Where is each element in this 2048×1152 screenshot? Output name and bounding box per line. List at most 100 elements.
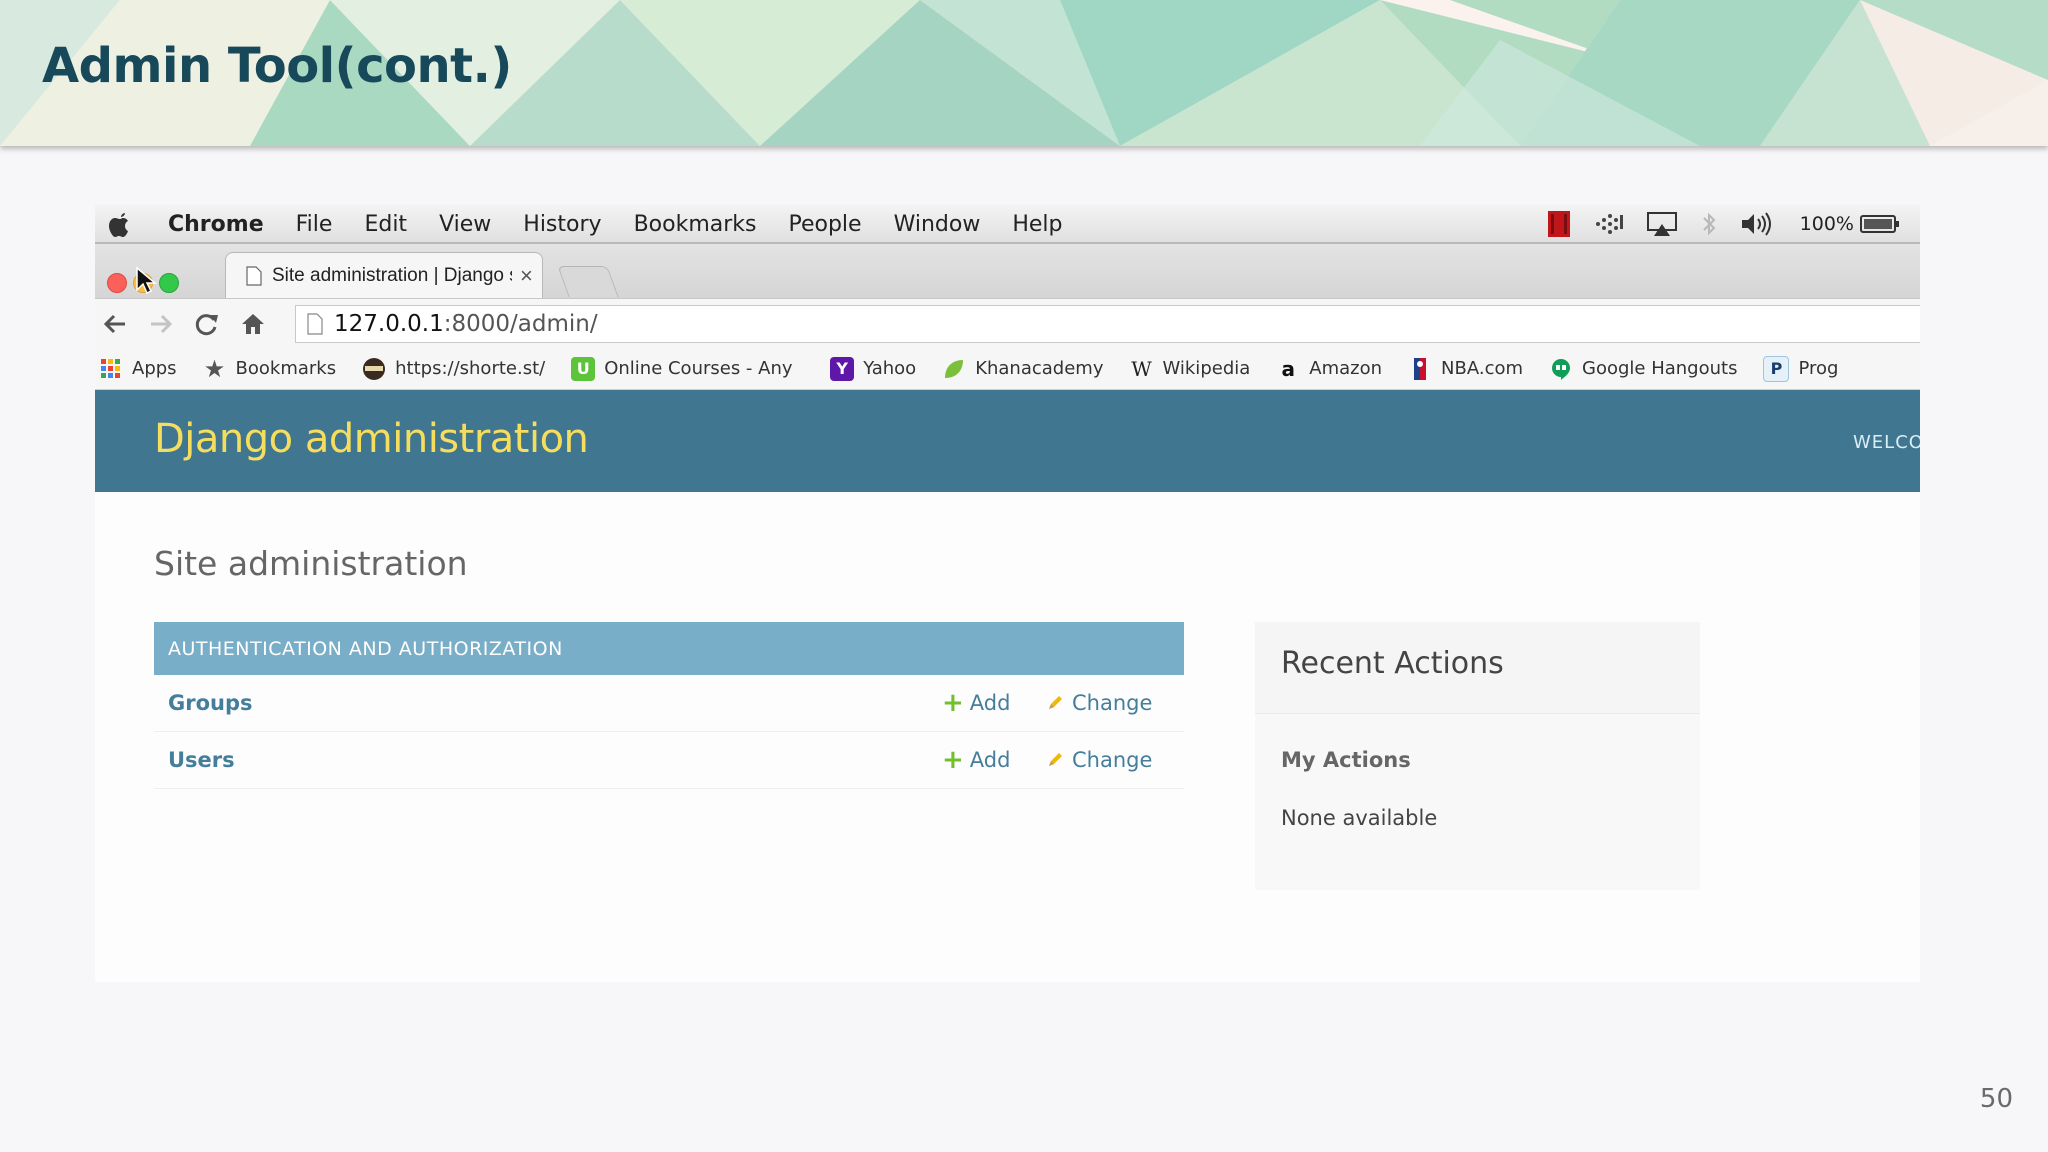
bookmark-bookmarks[interactable]: ★ Bookmarks: [203, 354, 337, 383]
apple-logo-icon[interactable]: [107, 210, 133, 238]
menu-bookmarks[interactable]: Bookmarks: [634, 212, 757, 237]
add-plus-icon: +: [942, 688, 964, 718]
pencil-icon: [1046, 694, 1064, 712]
bookmark-prog[interactable]: P Prog: [1763, 355, 1839, 382]
app-module-auth: AUTHENTICATION AND AUTHORIZATION Groups …: [154, 622, 1184, 789]
volume-icon[interactable]: [1740, 211, 1776, 237]
bookmark-apps[interactable]: Apps: [99, 357, 177, 381]
slide-header-banner: Admin Tool(cont.): [0, 0, 2048, 146]
recent-actions-panel: Recent Actions My Actions None available: [1255, 622, 1700, 890]
bookmark-label: Apps: [132, 358, 177, 379]
reload-icon[interactable]: [193, 311, 221, 337]
page-info-icon[interactable]: [306, 312, 324, 336]
khan-leaf-icon: [942, 357, 966, 381]
welcome-text: WELCO: [1853, 432, 1920, 453]
module-caption-link[interactable]: AUTHENTICATION AND AUTHORIZATION: [154, 622, 1184, 675]
groups-change-link[interactable]: Change: [1046, 691, 1152, 715]
menu-edit[interactable]: Edit: [364, 212, 407, 237]
page-title: Site administration: [154, 544, 468, 583]
groups-link[interactable]: Groups: [168, 691, 253, 715]
shortest-icon: [362, 357, 386, 381]
menu-help[interactable]: Help: [1012, 212, 1062, 237]
bookmark-label: https://shorte.st/: [395, 358, 546, 379]
users-change-link[interactable]: Change: [1046, 748, 1152, 772]
slide-page-number: 50: [1979, 1084, 2013, 1114]
mac-status-area: 100%: [1524, 204, 1900, 244]
battery-icon[interactable]: [1860, 213, 1900, 235]
table-row-groups: Groups + Add Change: [154, 675, 1184, 732]
bookmark-google-hangouts[interactable]: Google Hangouts: [1549, 357, 1737, 381]
forward-arrow-icon[interactable]: [147, 311, 175, 337]
slide-title: Admin Tool(cont.): [42, 38, 512, 94]
bookmark-label: Online Courses - Any: [604, 358, 793, 379]
browser-screenshot: Chrome File Edit View History Bookmarks …: [95, 204, 1920, 982]
apps-grid-icon: [99, 357, 123, 381]
menu-window[interactable]: Window: [894, 212, 981, 237]
back-arrow-icon[interactable]: [101, 311, 129, 337]
tab-close-button[interactable]: ×: [520, 263, 533, 289]
bookmark-label: Google Hangouts: [1582, 358, 1738, 379]
maximize-window-icon[interactable]: [159, 273, 179, 293]
menu-view[interactable]: View: [439, 212, 491, 237]
bookmarks-bar: Apps ★ Bookmarks https://shorte.st/ U On…: [95, 348, 1920, 390]
bookmark-nba[interactable]: NBA.com: [1408, 357, 1523, 381]
menu-history[interactable]: History: [523, 212, 601, 237]
site-name-link[interactable]: Django administration: [154, 416, 589, 462]
bookmark-khanacademy[interactable]: Khanacademy: [942, 357, 1103, 381]
wikipedia-icon: W: [1131, 356, 1152, 381]
mac-menu-bar: Chrome File Edit View History Bookmarks …: [95, 204, 1920, 244]
bookmark-label: Bookmarks: [235, 358, 337, 379]
amazon-icon: a: [1281, 356, 1296, 381]
mouse-cursor-icon: [136, 266, 157, 295]
bookmark-yahoo[interactable]: Y Yahoo: [830, 356, 917, 381]
nba-icon: [1408, 357, 1432, 381]
groups-add-link[interactable]: + Add: [942, 688, 1010, 718]
menu-file[interactable]: File: [296, 212, 333, 237]
red-app-icon[interactable]: [1546, 210, 1572, 238]
mac-menu-items: Chrome File Edit View History Bookmarks …: [168, 204, 1094, 244]
dots-status-icon[interactable]: [1594, 212, 1624, 236]
page-icon: [246, 265, 262, 286]
battery-percent: 100%: [1799, 213, 1854, 235]
hangouts-icon: [1549, 357, 1573, 381]
menu-chrome[interactable]: Chrome: [168, 212, 264, 237]
airplay-icon[interactable]: [1646, 211, 1678, 237]
users-add-link[interactable]: + Add: [942, 745, 1010, 775]
bookmark-amazon[interactable]: a Amazon: [1276, 356, 1383, 381]
tab-title: Site administration | Django site admin: [272, 264, 512, 286]
change-label: Change: [1072, 691, 1153, 715]
users-link[interactable]: Users: [168, 748, 235, 772]
my-actions-heading: My Actions: [1281, 748, 1411, 772]
yahoo-icon: Y: [830, 356, 855, 381]
url-host: 127.0.0.1: [334, 311, 444, 337]
bookmark-label: Wikipedia: [1162, 358, 1251, 379]
home-icon[interactable]: [239, 311, 267, 337]
django-header: Django administration WELCO: [95, 390, 1920, 492]
bookmark-online-courses[interactable]: U Online Courses - Any: [571, 356, 804, 381]
bluetooth-icon[interactable]: [1700, 211, 1718, 237]
menu-people[interactable]: People: [788, 212, 861, 237]
none-available-text: None available: [1281, 806, 1438, 830]
browser-tab-strip: Site administration | Django site admin …: [95, 244, 1920, 298]
url-field[interactable]: 127.0.0.1:8000/admin/: [334, 311, 1234, 337]
p-icon: P: [1763, 355, 1790, 382]
add-label: Add: [969, 691, 1011, 715]
bookmark-label: Khanacademy: [975, 358, 1104, 379]
star-icon: ★: [203, 354, 226, 383]
tab-site-administration[interactable]: Site administration | Django site admin …: [225, 252, 543, 298]
close-window-icon[interactable]: [107, 273, 127, 293]
add-plus-icon: +: [942, 745, 964, 775]
add-label: Add: [969, 748, 1011, 772]
table-row-users: Users + Add Change: [154, 732, 1184, 789]
change-label: Change: [1072, 748, 1153, 772]
address-bar[interactable]: 127.0.0.1:8000/admin/: [295, 305, 1920, 343]
bookmark-wikipedia[interactable]: W Wikipedia: [1129, 357, 1250, 381]
bookmark-label: Amazon: [1309, 358, 1383, 379]
bookmark-label: Yahoo: [863, 358, 917, 379]
new-tab-button[interactable]: [557, 266, 619, 297]
browser-toolbar: 127.0.0.1:8000/admin/: [95, 298, 1920, 348]
udemy-icon: U: [571, 356, 596, 381]
bookmark-shortest[interactable]: https://shorte.st/: [362, 357, 545, 381]
bookmark-label: NBA.com: [1441, 358, 1524, 379]
bookmark-label: Prog: [1798, 358, 1839, 379]
